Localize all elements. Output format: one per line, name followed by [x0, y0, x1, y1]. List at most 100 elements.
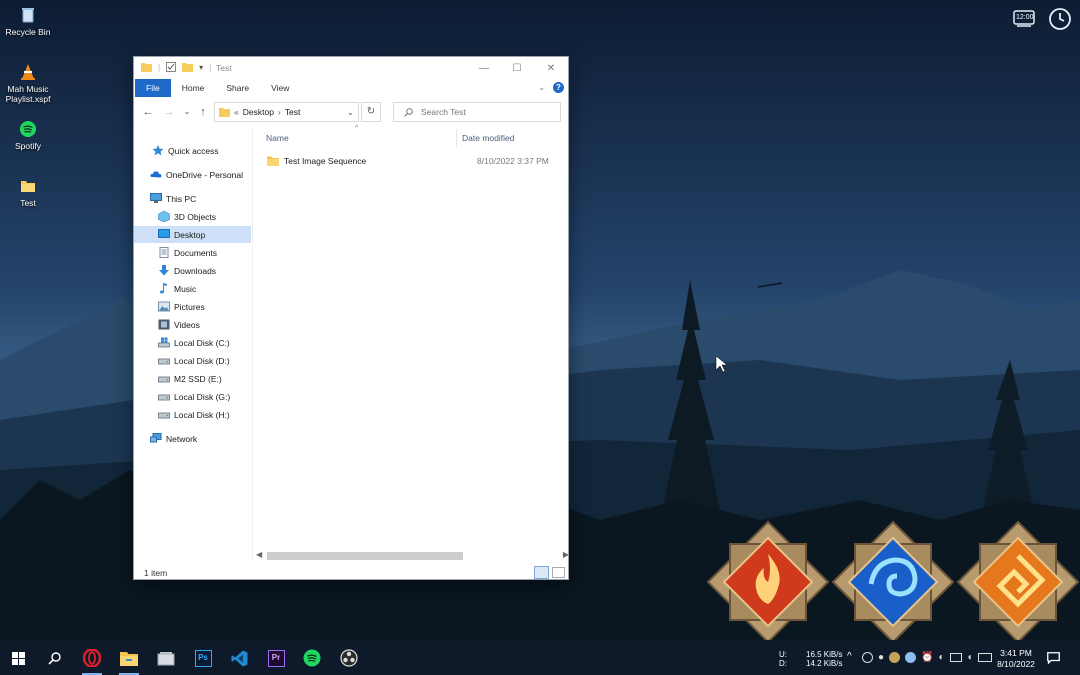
taskbar-file-explorer[interactable] [116, 645, 142, 675]
address-dropdown-icon[interactable]: ⌄ [347, 107, 354, 118]
sidebar-item-label: Local Disk (C:) [174, 337, 230, 348]
minimize-button[interactable]: — [471, 60, 497, 76]
taskbar-vscode[interactable] [226, 645, 252, 671]
close-button[interactable]: ✕ [538, 60, 564, 76]
clock-widget[interactable] [1048, 7, 1074, 33]
desktop-icon-playlist[interactable]: Mah Music Playlist.xspf [0, 63, 56, 104]
sidebar-item-local-disk-c[interactable]: Local Disk (C:) [134, 334, 251, 351]
sidebar-item-music[interactable]: Music [134, 280, 251, 297]
desktop-icon-test-folder[interactable]: Test [0, 177, 56, 208]
toolbar-divider: | [209, 62, 212, 72]
column-header-date-modified[interactable]: Date modified [462, 133, 514, 143]
horizontal-scrollbar[interactable]: ◀ ▶ [256, 550, 569, 562]
cloud-icon [150, 171, 162, 178]
sidebar-item-label: Pictures [174, 301, 205, 312]
expand-ribbon-chevron-icon[interactable]: ⌄ [538, 83, 545, 92]
clock-widget-text: 12:00 [1016, 14, 1034, 21]
sidebar-item-quick-access[interactable]: Quick access [134, 142, 251, 159]
taskbar-premiere[interactable]: Pr [263, 645, 289, 671]
properties-check-icon[interactable] [166, 62, 177, 72]
app-tray-icon[interactable] [905, 652, 917, 663]
up-arrow-icon[interactable]: ↑ [196, 105, 210, 119]
sidebar-item-onedrive[interactable]: OneDrive - Personal [134, 166, 251, 183]
forward-arrow-icon[interactable]: → [162, 105, 176, 119]
sidebar-item-local-disk-h[interactable]: Local Disk (H:) [134, 406, 251, 423]
folder-icon [141, 63, 152, 72]
water-drop-icon[interactable]: ● [878, 652, 884, 663]
column-header-name[interactable]: Name [266, 133, 289, 143]
maximize-button[interactable]: ☐ [504, 60, 530, 76]
title-bar[interactable]: | ▾ | Test — ☐ ✕ [134, 57, 568, 79]
geo-emblem-icon[interactable] [956, 520, 1080, 644]
taskbar-obs[interactable] [336, 645, 362, 671]
taskbar-search-button[interactable] [41, 645, 67, 671]
breadcrumb-test[interactable]: Test [285, 107, 301, 117]
tab-view[interactable]: View [260, 79, 300, 97]
tab-share[interactable]: Share [215, 79, 260, 97]
download-label: D: [779, 659, 787, 668]
sidebar-item-videos[interactable]: Videos [134, 316, 251, 333]
scrollbar-thumb[interactable] [267, 552, 463, 560]
controller-tray-icon[interactable]: ◐ [939, 652, 945, 663]
explorer-alt-icon [157, 651, 175, 665]
antivirus-icon[interactable] [862, 652, 873, 663]
breadcrumb-desktop[interactable]: Desktop [243, 107, 274, 117]
help-icon[interactable]: ? [553, 82, 564, 93]
start-button[interactable] [5, 645, 31, 671]
sidebar-item-m2-ssd-e[interactable]: M2 SSD (E:) [134, 370, 251, 387]
audio-device-icon[interactable] [889, 652, 901, 663]
taskbar-spotify[interactable] [299, 645, 325, 671]
window-title: Test [216, 63, 232, 73]
sidebar-item-local-disk-g[interactable]: Local Disk (G:) [134, 388, 251, 405]
new-folder-icon[interactable] [182, 62, 194, 72]
table-row[interactable]: Test Image Sequence 8/10/2022 3:37 PM [264, 153, 560, 169]
network-tray-icon[interactable] [949, 653, 962, 662]
sidebar-item-label: Music [174, 283, 197, 294]
back-arrow-icon[interactable]: ← [141, 105, 155, 119]
alarm-tray-icon[interactable]: ⏰ [921, 652, 933, 663]
desktop-icon-spotify[interactable]: Spotify [0, 120, 56, 151]
sidebar-item-desktop[interactable]: Desktop [134, 226, 251, 243]
notification-center-button[interactable] [1047, 652, 1060, 666]
desktop-icon-label: Recycle Bin [5, 27, 51, 37]
sidebar-item-this-pc[interactable]: This PC [134, 190, 251, 207]
sidebar-item-network[interactable]: Network [134, 430, 251, 447]
sidebar-item-pictures[interactable]: Pictures [134, 298, 251, 315]
pane-divider[interactable] [252, 129, 253, 561]
address-bar[interactable]: « Desktop › Test ⌄ [214, 102, 359, 122]
taskbar-opera[interactable] [79, 645, 105, 675]
customize-toolbar-icon[interactable]: ▾ [199, 63, 203, 72]
desktop-icon-recycle-bin[interactable]: Recycle Bin [0, 6, 56, 37]
sidebar-item-3d-objects[interactable]: 3D Objects [134, 208, 251, 225]
pyro-emblem-icon[interactable] [706, 520, 830, 644]
file-explorer-window[interactable]: | ▾ | Test — ☐ ✕ File Home Share View ⌄ … [133, 56, 569, 580]
photoshop-icon: Ps [194, 649, 212, 667]
sidebar-item-documents[interactable]: Documents [134, 244, 251, 261]
recent-locations-chevron-icon[interactable]: ⌄ [180, 105, 194, 119]
sidebar-item-downloads[interactable]: Downloads [134, 262, 251, 279]
address-overflow[interactable]: « [234, 107, 239, 117]
column-divider[interactable] [456, 129, 457, 147]
navigation-pane: Quick access OneDrive - Personal This PC… [134, 137, 252, 562]
network-speed-monitor[interactable]: U: D: 16.5 KiB/s 14.2 KiB/s [779, 650, 843, 670]
scroll-left-arrow-icon[interactable]: ◀ [256, 550, 262, 559]
volume-icon[interactable]: ◖ [967, 652, 973, 663]
upload-speed: 16.5 KiB/s [806, 650, 843, 659]
alarm-clock-widget[interactable]: 12:00 [1012, 8, 1038, 34]
tab-home[interactable]: Home [171, 79, 216, 97]
sidebar-item-label: Desktop [174, 229, 206, 240]
search-input[interactable]: Search Test [393, 102, 561, 122]
large-icons-view-icon[interactable] [552, 567, 565, 578]
tab-file[interactable]: File [135, 79, 171, 97]
refresh-button[interactable]: ↻ [361, 102, 381, 122]
show-hidden-icons-chevron-icon[interactable]: ^ [847, 652, 852, 662]
system-clock[interactable]: 3:41 PM 8/10/2022 [990, 648, 1042, 670]
sidebar-item-local-disk-d[interactable]: Local Disk (D:) [134, 352, 251, 369]
taskbar-photoshop[interactable]: Ps [190, 645, 216, 671]
sidebar-item-label: OneDrive - Personal [166, 169, 244, 180]
details-view-icon[interactable] [534, 566, 549, 579]
hydro-emblem-icon[interactable] [831, 520, 955, 644]
scroll-right-arrow-icon[interactable]: ▶ [563, 550, 569, 559]
taskbar-explorer-alt[interactable] [153, 645, 179, 671]
ribbon-controls: ⌄ ? [538, 82, 564, 93]
